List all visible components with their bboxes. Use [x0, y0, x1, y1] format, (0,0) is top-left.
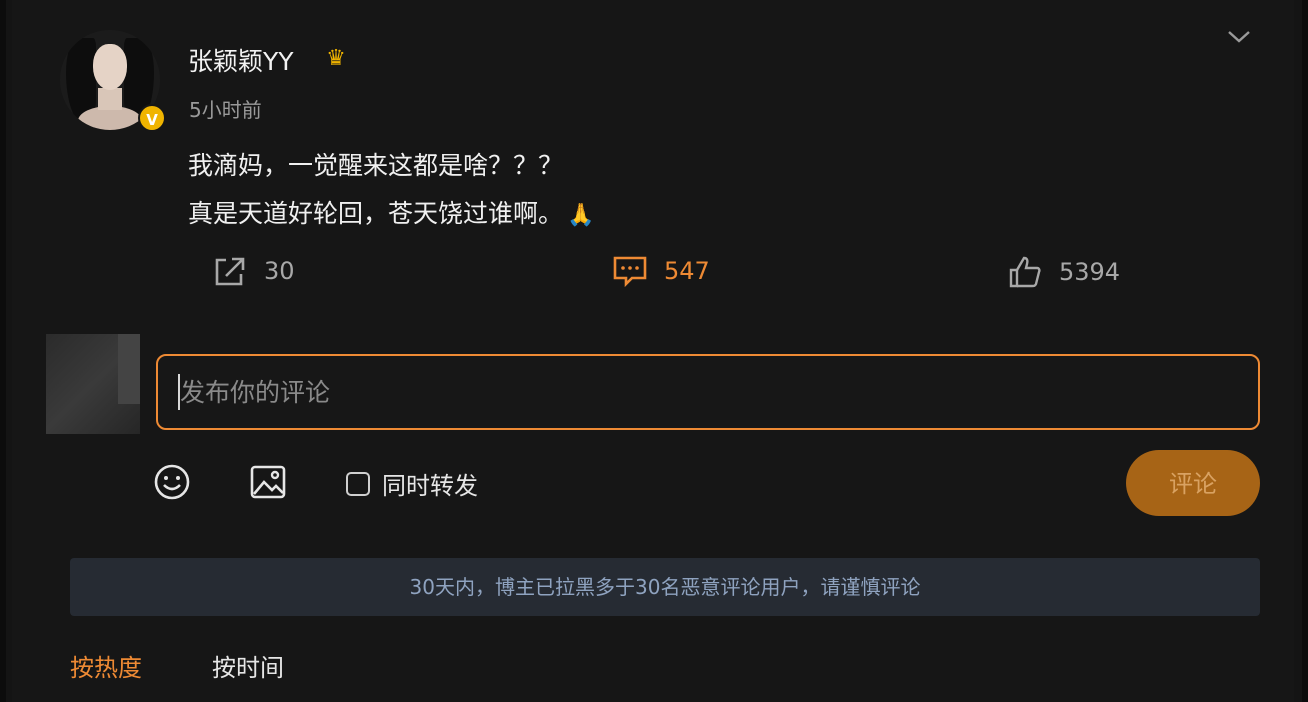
post-text-line-1: 我滴妈，一觉醒来这都是啥？？？: [188, 151, 564, 180]
screen: V 张颖颖YY ♛ 5小时前 我滴妈，一觉醒来这都是啥？？？ 真是天道好轮回，苍…: [0, 0, 1308, 702]
comment-count: 547: [664, 257, 710, 285]
comment-button[interactable]: 547: [612, 254, 710, 288]
forward-button[interactable]: 30: [212, 254, 295, 288]
comment-input[interactable]: [156, 354, 1260, 430]
submit-comment-button[interactable]: 评论: [1126, 450, 1260, 516]
thumbs-up-icon: [1009, 256, 1041, 288]
current-user-avatar: [46, 334, 140, 434]
chevron-down-icon[interactable]: [1226, 26, 1252, 46]
verified-badge-icon: V: [138, 104, 166, 132]
text-caret: [178, 374, 180, 410]
emoji-icon[interactable]: [152, 462, 192, 502]
forward-icon: [215, 257, 245, 286]
post-timestamp: 5小时前: [189, 98, 262, 122]
image-icon[interactable]: [248, 462, 288, 502]
pray-emoji: 🙏: [567, 203, 595, 228]
repost-checkbox-row[interactable]: 同时转发: [346, 466, 478, 501]
forward-count: 30: [264, 257, 295, 285]
repost-checkbox[interactable]: [346, 471, 370, 496]
author-name[interactable]: 张颖颖YY: [188, 42, 294, 78]
tab-sort-by-time[interactable]: 按时间: [212, 648, 284, 683]
crown-icon: ♛: [326, 46, 346, 71]
like-count: 5394: [1059, 258, 1121, 286]
warning-notice: 30天内，博主已拉黑多于30名恶意评论用户，请谨慎评论: [70, 558, 1260, 616]
post-text-line-2: 真是天道好轮回，苍天饶过谁啊。 🙏: [188, 199, 595, 228]
repost-label: 同时转发: [382, 472, 478, 500]
comment-icon: [613, 256, 647, 288]
like-button[interactable]: 5394: [1007, 254, 1120, 290]
tab-sort-by-hot[interactable]: 按热度: [70, 648, 142, 683]
post-card: V 张颖颖YY ♛ 5小时前 我滴妈，一觉醒来这都是啥？？？ 真是天道好轮回，苍…: [12, 0, 1294, 702]
